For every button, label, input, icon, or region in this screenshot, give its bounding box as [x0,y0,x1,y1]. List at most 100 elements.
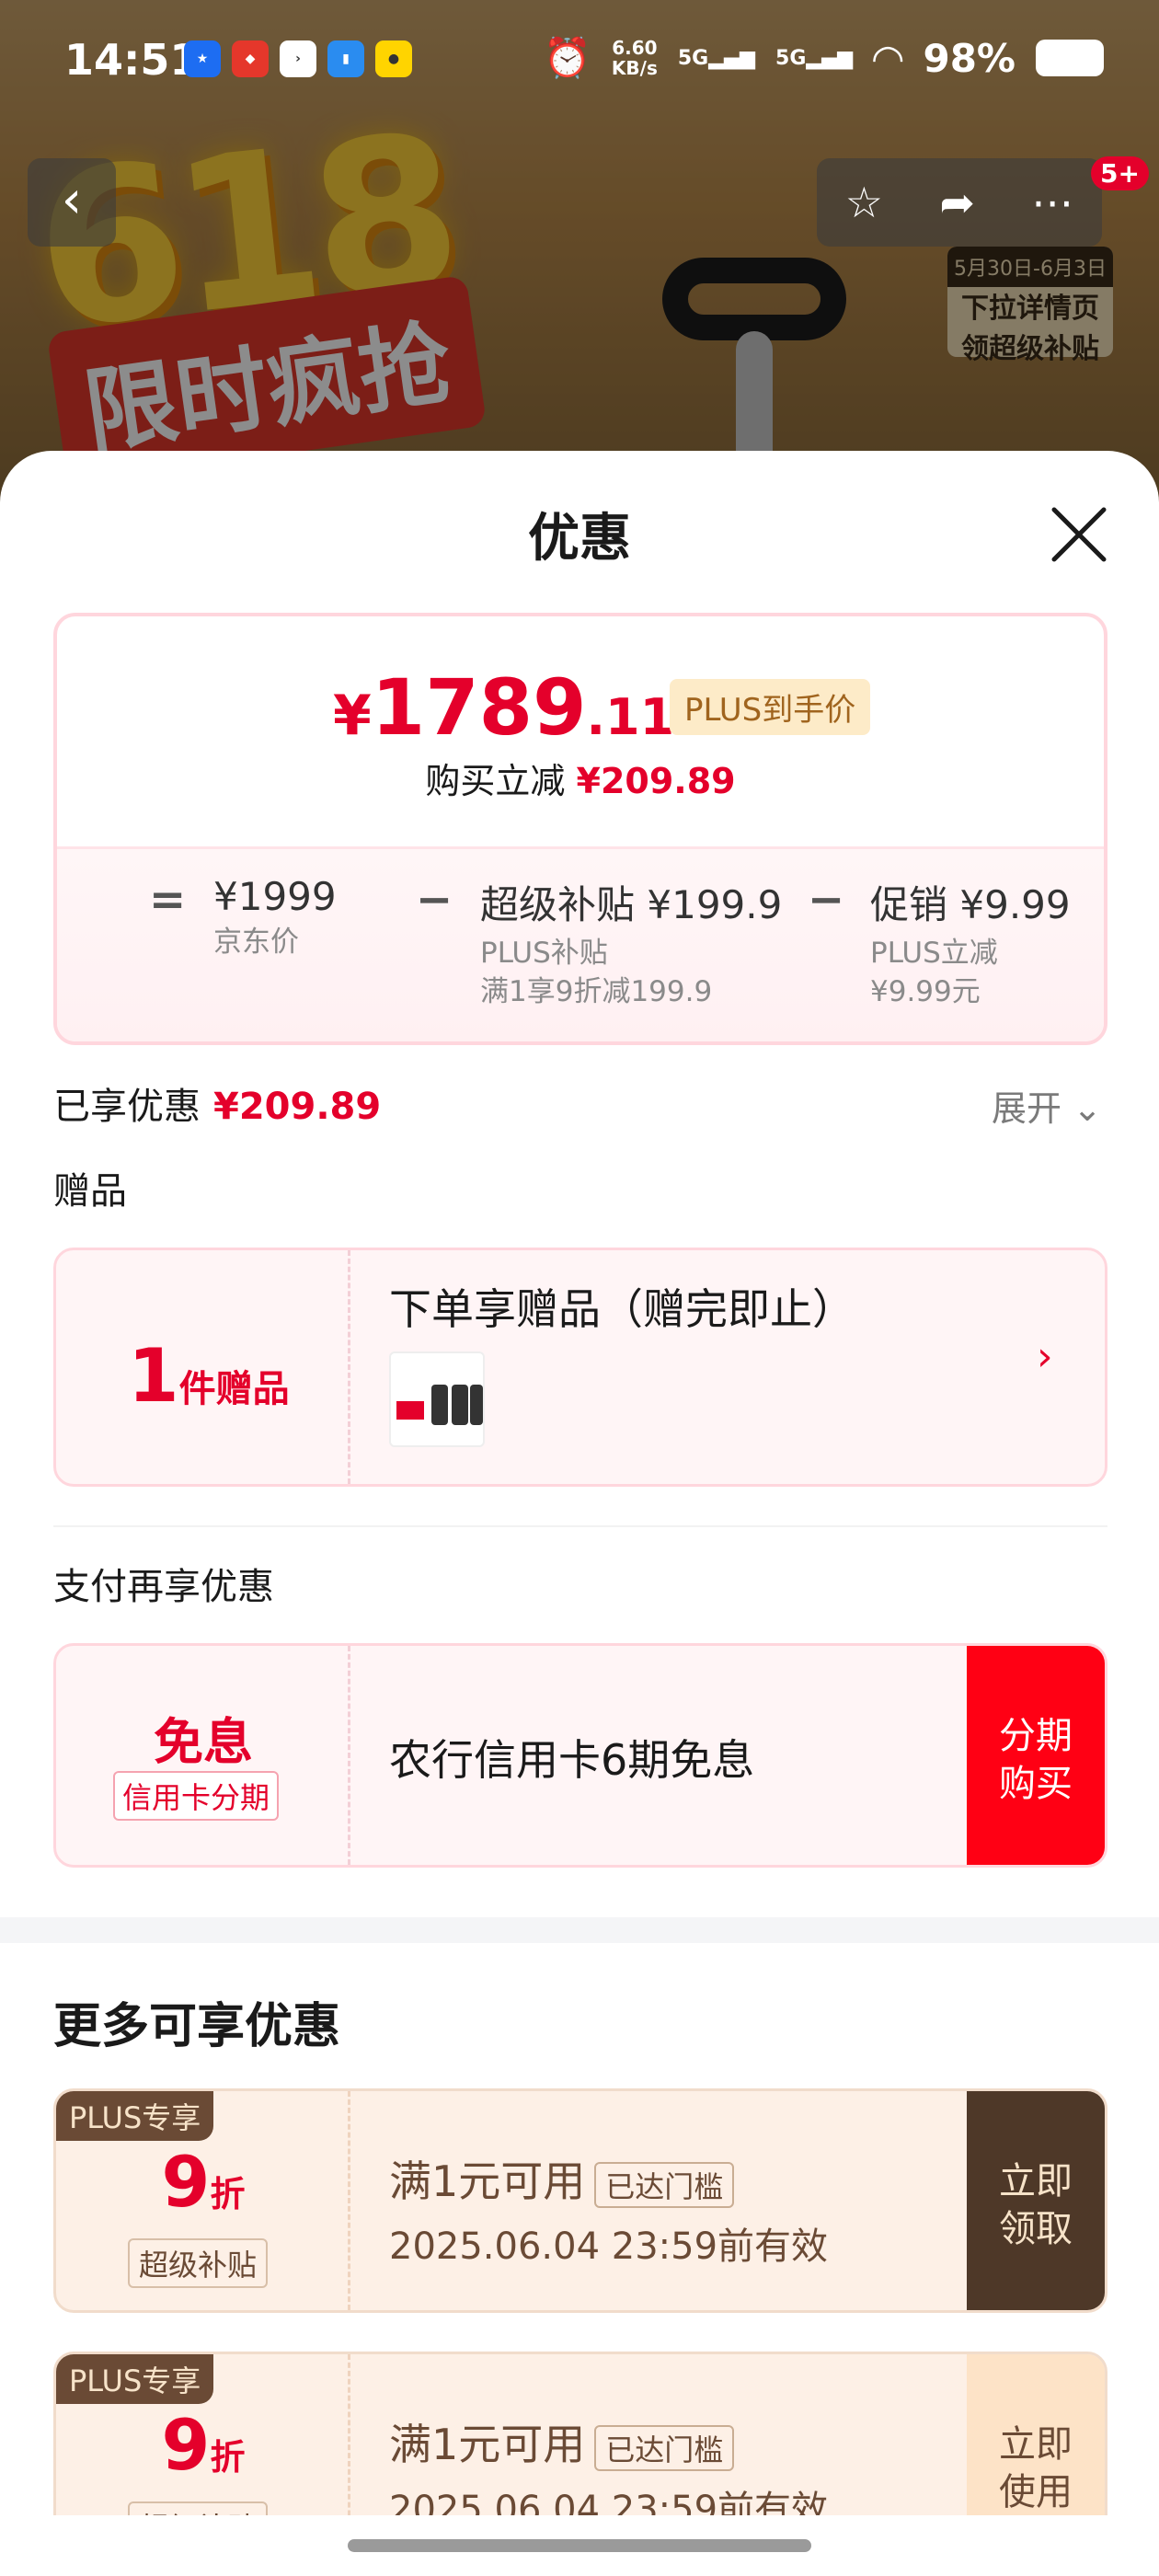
top-nav-actions: ☆ ➦ ⋯ [817,158,1102,247]
more-icon[interactable]: ⋯ [1031,178,1073,227]
coupon-condition: 满1元可用 已达门槛 [389,2148,735,2209]
message-badge: 5+ [1091,156,1149,190]
chevron-right-icon: › [1037,1333,1053,1380]
subsidy-main: 超级补贴 ¥199.9 [480,874,782,930]
jd-price-item: ¥1999 京东价 [213,874,337,961]
network-speed: 6.60 KB/s [612,38,658,78]
button-line: 立即 [999,2160,1073,2202]
back-button[interactable]: ‹ [28,158,116,247]
minus-sign: − [808,874,845,926]
battery-percent: 98% [923,35,1016,81]
close-button[interactable] [1049,504,1109,565]
promo-main: 促销 ¥9.99 [870,874,1071,930]
promo-name: 促销 [870,882,948,927]
section-separator [0,1917,1159,1943]
share-icon[interactable]: ➦ [939,178,975,227]
gift-title: 下单享赠品（赠完即止） [389,1284,855,1334]
coupon-expiry: 2025.06.04 23:59前有效 [389,2225,829,2268]
discount-number: 9 [161,2404,211,2486]
reduction-label: 购买立减 [425,761,566,801]
signal-icon: 5G▂▄▆ [677,46,756,70]
reduction-value: ¥209.89 [576,761,736,801]
interest-free-label: 免息 [154,1713,253,1771]
purchase-reduction: 购买立减 ¥209.89 [57,753,1104,803]
coupon-card: PLUS专享 9折 超级补贴 满1元可用已达门槛 2025.06.04 23:5… [53,2088,1107,2313]
payment-section-label: 支付再享优惠 [53,1566,274,1608]
threshold-reached-badge: 已达门槛 [594,2424,735,2471]
promo-sub1: PLUS立减 [870,937,998,970]
app-notification-icon: ◆ [232,40,269,77]
button-line: 使用 [999,2471,1073,2513]
gift-count-unit: 件赠品 [178,1368,290,1410]
app-notification-icon: ▮ [327,40,364,77]
gift-count-number: 1 [128,1333,179,1419]
button-line: 分期 [999,1715,1073,1757]
promo-value: ¥9.99 [959,882,1071,927]
installment-buy-button[interactable]: 分期 购买 [967,1646,1105,1865]
status-right: ⏰ 6.60 KB/s 5G▂▄▆ 5G▂▄▆ ◠ 98% [544,35,1104,81]
button-line: 立即 [999,2423,1073,2466]
sheet-title: 优惠 [528,509,631,569]
minus-sign: − [416,874,453,926]
signal-icon: 5G▂▄▆ [775,46,854,70]
status-time: 14:51 [64,35,200,85]
button-line: 领取 [999,2208,1073,2250]
network-speed-unit: KB/s [611,57,658,79]
gift-thumbnail [389,1351,485,1447]
discount-unit: 折 [210,2437,246,2478]
battery-icon [1036,40,1104,76]
price-breakdown: = ¥1999 京东价 − 超级补贴 ¥199.9 PLUS补贴 满1享9折减1… [149,874,1071,1040]
gift-section-label: 赠品 [53,1170,127,1213]
app-notification-icon: ★ [184,40,221,77]
subsidy-value: ¥199.9 [647,882,783,927]
more-discounts-title: 更多可享优惠 [53,1999,341,2054]
installment-card: 免息 信用卡分期 农行信用卡6期免息 分期 购买 [53,1643,1107,1868]
notification-icons: ★ ◆ › ▮ ● [184,40,412,77]
network-speed-value: 6.60 [612,37,658,59]
section-divider [53,1525,1107,1527]
plus-price-badge: PLUS到手价 [670,679,871,735]
promo-sub2: ¥9.99元 [870,975,981,1008]
credit-installment-tag: 信用卡分期 [113,1771,280,1821]
coupon-type: 超级补贴 [128,2238,269,2288]
coupon-condition-text: 满1元可用 [389,2420,586,2469]
final-price: ¥1789.11 [333,662,674,753]
subsidy-sub2: 满1享9折减199.9 [480,975,713,1008]
coupon-discount: 9折 [56,2404,350,2486]
subsidy-item: 超级补贴 ¥199.9 PLUS补贴 满1享9折减199.9 [480,874,782,1011]
app-notification-icon: › [280,40,316,77]
price-summary-card: ¥1789.11 PLUS到手价 购买立减 ¥209.89 = ¥1999 京东… [53,613,1107,1045]
enjoyed-value: ¥209.89 [213,1086,382,1128]
price-integer: 1789 [371,662,587,753]
jd-price-value: ¥1999 [213,874,337,919]
discount-number: 9 [161,2141,211,2223]
plus-exclusive-tag: PLUS专享 [56,2091,214,2141]
discount-unit: 折 [210,2174,246,2214]
promo-item: 促销 ¥9.99 PLUS立减 ¥9.99元 [870,874,1071,1011]
wifi-icon: ◠ [873,35,903,81]
enjoyed-discount: 已享优惠 ¥209.89 [53,1076,381,1130]
expand-label: 展开 [992,1088,1062,1129]
enjoyed-label: 已享优惠 [53,1086,201,1128]
equals-sign: = [149,874,187,926]
claim-coupon-button[interactable]: 立即 领取 [967,2091,1105,2310]
coupon-condition-text: 满1元可用 [389,2156,586,2206]
alarm-icon: ⏰ [543,35,591,80]
subsidy-sub1: PLUS补贴 [480,937,608,970]
home-indicator[interactable] [348,2539,811,2552]
star-icon[interactable]: ☆ [845,178,883,227]
price-currency: ¥ [333,684,372,748]
expand-button[interactable]: 展开 ⌄ [992,1080,1102,1131]
chevron-left-icon: ‹ [61,170,83,230]
button-line: 购买 [999,1763,1073,1805]
close-icon [1051,507,1107,562]
coupon-condition: 满1元可用 已达门槛 [389,2411,735,2472]
plus-exclusive-tag: PLUS专享 [56,2354,214,2404]
status-bar: 14:51 ★ ◆ › ▮ ● ⏰ 6.60 KB/s 5G▂▄▆ 5G▂▄▆ … [0,0,1159,129]
threshold-reached-badge: 已达门槛 [594,2161,735,2208]
gift-card[interactable]: 1件赠品 下单享赠品（赠完即止） › [53,1248,1107,1487]
jd-price-label: 京东价 [213,926,299,959]
gift-count: 1件赠品 [128,1333,290,1419]
installment-text: 农行信用卡6期免息 [389,1735,755,1785]
subsidy-name: 超级补贴 [480,882,636,927]
